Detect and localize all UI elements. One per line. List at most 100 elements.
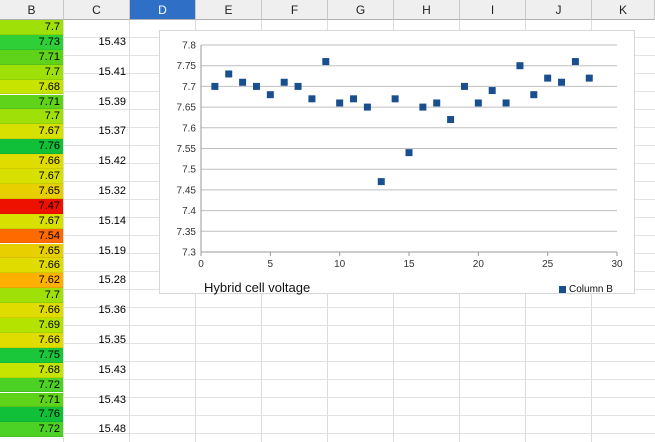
data-point	[474, 99, 482, 107]
column-header-g[interactable]: G	[328, 0, 394, 20]
cell-c[interactable]	[64, 407, 129, 422]
cell-c[interactable]: 15.14	[64, 214, 129, 229]
cell-b[interactable]: 7.69	[0, 318, 63, 333]
column-header-h[interactable]: H	[394, 0, 460, 20]
cell-c[interactable]: 15.48	[64, 422, 129, 437]
cell-b[interactable]: 7.67	[0, 124, 63, 140]
column-header-j[interactable]: J	[526, 0, 592, 20]
y-tick-label: 7.8	[182, 41, 196, 52]
cell-b[interactable]: 7.76	[0, 407, 63, 423]
cell-c[interactable]: 15.42	[64, 154, 129, 169]
data-point	[488, 87, 496, 95]
data-point	[294, 82, 302, 90]
cell-b[interactable]: 7.54	[0, 228, 63, 244]
x-tick-label: 15	[403, 259, 415, 270]
cell-b[interactable]: 7.7	[0, 109, 63, 125]
cell-b[interactable]: 7.66	[0, 258, 63, 274]
data-point	[336, 99, 344, 107]
chart-legend: Column B	[559, 284, 613, 295]
column-header-e[interactable]: E	[196, 0, 262, 20]
cell-c[interactable]	[64, 229, 129, 244]
cell-c[interactable]: 15.28	[64, 273, 129, 288]
cell-b[interactable]: 7.75	[0, 347, 63, 363]
data-point	[502, 99, 510, 107]
cell-b[interactable]: 7.66	[0, 154, 63, 169]
cell-c[interactable]	[64, 50, 129, 65]
cell-c[interactable]	[64, 109, 129, 124]
data-point	[419, 103, 427, 111]
cell-c[interactable]: 15.37	[64, 124, 129, 139]
y-tick-label: 7.6	[182, 123, 196, 134]
cell-c[interactable]: 15.19	[64, 244, 129, 259]
cell-c[interactable]	[64, 348, 129, 363]
cell-b[interactable]: 7.66	[0, 303, 63, 318]
y-tick-label: 7.45	[177, 185, 197, 196]
column-header-b[interactable]: B	[0, 0, 64, 20]
x-tick-label: 25	[542, 259, 554, 270]
cell-b[interactable]: 7.67	[0, 169, 63, 184]
x-tick-label: 0	[198, 259, 204, 270]
data-point	[225, 70, 233, 78]
y-tick-label: 7.55	[177, 144, 197, 155]
cell-b[interactable]: 7.47	[0, 198, 63, 214]
cell-b[interactable]: 7.72	[0, 377, 63, 393]
x-tick-label: 20	[473, 259, 485, 270]
cell-c[interactable]	[64, 169, 129, 184]
cell-b[interactable]: 7.65	[0, 183, 63, 199]
legend-marker-icon	[559, 285, 566, 293]
cell-c[interactable]	[64, 80, 129, 95]
cell-b[interactable]: 7.71	[0, 49, 63, 65]
data-point	[571, 58, 579, 66]
cell-c[interactable]: 15.43	[64, 35, 129, 50]
y-tick-label: 7.35	[177, 227, 197, 238]
legend-label: Column B	[569, 284, 613, 295]
cell-c[interactable]	[64, 378, 129, 393]
cell-c[interactable]: 15.36	[64, 303, 129, 318]
data-point	[211, 82, 219, 90]
cell-b[interactable]: 7.65	[0, 243, 63, 259]
column-header-f[interactable]: F	[262, 0, 328, 20]
chart-plot: 7.8 7.75 7.7 7.65 7.6 7.55 7.5 7.45 7.4 7.35 7.30 5…	[177, 41, 623, 271]
cell-c[interactable]	[64, 288, 129, 303]
cell-c[interactable]: 15.41	[64, 65, 129, 80]
y-tick-label: 7.4	[182, 206, 196, 217]
cell-b[interactable]: 7.71	[0, 94, 63, 110]
cell-b[interactable]: 7.7	[0, 288, 63, 304]
cell-c[interactable]: 15.39	[64, 95, 129, 110]
y-tick-label: 7.75	[177, 61, 197, 72]
data-point	[377, 178, 385, 186]
cell-c[interactable]	[64, 318, 129, 333]
scatter-chart[interactable]: 7.8 7.75 7.7 7.65 7.6 7.55 7.5 7.45 7.4 7.35 7.3 0 5…	[159, 30, 635, 295]
cell-b[interactable]: 7.68	[0, 79, 63, 95]
cell-c[interactable]	[64, 20, 129, 35]
y-tick-label: 7.65	[177, 103, 197, 114]
data-point	[530, 91, 538, 99]
cell-c[interactable]: 15.35	[64, 333, 129, 348]
cell-b[interactable]: 7.68	[0, 362, 63, 378]
cell-c[interactable]	[64, 258, 129, 273]
cell-b[interactable]: 7.71	[0, 392, 63, 408]
cell-c[interactable]	[64, 199, 129, 214]
data-point	[322, 58, 330, 66]
cell-b[interactable]: 7.62	[0, 273, 63, 289]
data-point	[363, 103, 371, 111]
cell-b[interactable]: 7.72	[0, 422, 63, 438]
cell-b[interactable]: 7.66	[0, 332, 63, 348]
data-point	[447, 116, 455, 124]
column-header-i[interactable]: I	[460, 0, 526, 20]
cell-b[interactable]: 7.67	[0, 213, 63, 229]
cell-c[interactable]: 15.43	[64, 363, 129, 378]
cell-b[interactable]: 7.73	[0, 34, 63, 50]
x-tick-label: 5	[268, 259, 274, 270]
column-header-c[interactable]: C	[64, 0, 130, 20]
cell-c[interactable]: 15.43	[64, 393, 129, 408]
cell-c[interactable]: 15.32	[64, 184, 129, 199]
column-header-d[interactable]: D	[130, 0, 196, 20]
column-header-k[interactable]: K	[592, 0, 655, 20]
cell-b[interactable]: 7.76	[0, 139, 63, 155]
cell-b[interactable]: 7.7	[0, 20, 63, 35]
cell-b[interactable]: 7.7	[0, 64, 63, 80]
data-point	[405, 149, 413, 157]
cell-c[interactable]	[64, 139, 129, 154]
data-point	[308, 95, 316, 103]
